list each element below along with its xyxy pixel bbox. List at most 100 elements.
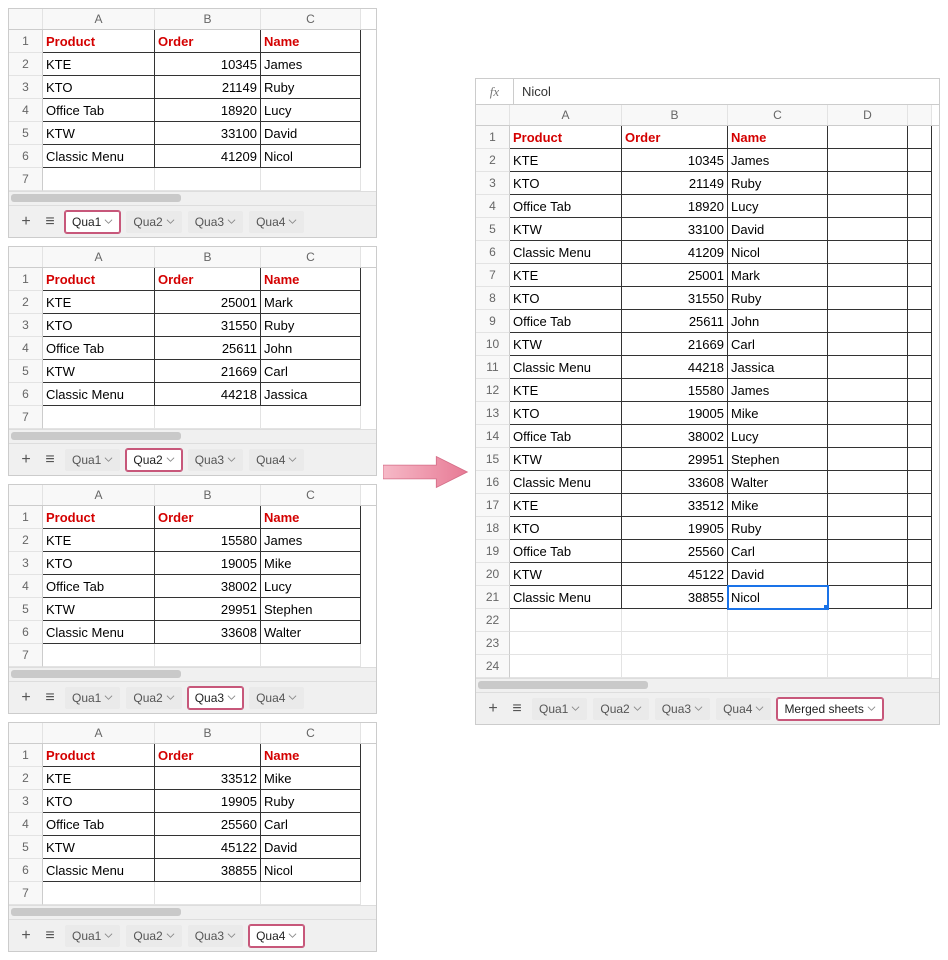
- cell[interactable]: Office Tab: [510, 425, 622, 448]
- row-header[interactable]: 7: [9, 168, 43, 191]
- cell[interactable]: 25611: [155, 337, 261, 360]
- add-sheet-button[interactable]: +: [17, 689, 35, 707]
- cell[interactable]: KTE: [510, 149, 622, 172]
- cell[interactable]: 45122: [622, 563, 728, 586]
- cell[interactable]: 33608: [622, 471, 728, 494]
- tab-qua4[interactable]: Qua4: [249, 449, 304, 471]
- cell[interactable]: [155, 644, 261, 667]
- cell[interactable]: [828, 517, 908, 540]
- cell[interactable]: 25560: [155, 813, 261, 836]
- row-header[interactable]: 7: [476, 264, 510, 287]
- cell[interactable]: KTW: [510, 448, 622, 471]
- cell[interactable]: 19005: [155, 552, 261, 575]
- row-header[interactable]: 18: [476, 517, 510, 540]
- cell[interactable]: KTE: [43, 53, 155, 76]
- tab-qua4[interactable]: Qua4: [716, 698, 771, 720]
- cell[interactable]: [908, 172, 932, 195]
- row-header[interactable]: 21: [476, 586, 510, 609]
- cell[interactable]: Product: [43, 30, 155, 53]
- cell[interactable]: Product: [43, 744, 155, 767]
- cell[interactable]: Product: [43, 506, 155, 529]
- cell[interactable]: Carl: [261, 360, 361, 383]
- cell[interactable]: Ruby: [728, 517, 828, 540]
- cell[interactable]: Classic Menu: [43, 145, 155, 168]
- horizontal-scrollbar[interactable]: [476, 678, 939, 692]
- cell[interactable]: Name: [261, 506, 361, 529]
- cell[interactable]: Nicol: [728, 241, 828, 264]
- cell[interactable]: [828, 149, 908, 172]
- column-header-A[interactable]: A: [43, 247, 155, 267]
- cell[interactable]: Nicol: [261, 859, 361, 882]
- row-header[interactable]: 5: [9, 836, 43, 859]
- cell[interactable]: Lucy: [261, 575, 361, 598]
- row-header[interactable]: 3: [9, 314, 43, 337]
- cell[interactable]: Office Tab: [43, 813, 155, 836]
- column-header-C[interactable]: C: [261, 9, 361, 29]
- row-header[interactable]: 9: [476, 310, 510, 333]
- tab-qua3[interactable]: Qua3: [188, 687, 243, 709]
- cell[interactable]: Office Tab: [43, 337, 155, 360]
- row-header[interactable]: 1: [9, 506, 43, 529]
- row-header[interactable]: 7: [9, 882, 43, 905]
- cell[interactable]: Name: [261, 744, 361, 767]
- cell[interactable]: [908, 517, 932, 540]
- tab-qua1[interactable]: Qua1: [65, 211, 120, 233]
- tab-qua1[interactable]: Qua1: [65, 687, 120, 709]
- cell[interactable]: KTW: [43, 360, 155, 383]
- row-header[interactable]: 2: [9, 767, 43, 790]
- cell[interactable]: [622, 609, 728, 632]
- row-header[interactable]: 7: [9, 406, 43, 429]
- cell[interactable]: James: [728, 149, 828, 172]
- cell[interactable]: KTO: [43, 314, 155, 337]
- cell[interactable]: Lucy: [261, 99, 361, 122]
- cell[interactable]: Nicol: [261, 145, 361, 168]
- horizontal-scrollbar[interactable]: [9, 191, 376, 205]
- grid-merged[interactable]: 1ProductOrderName2KTE10345James3KTO21149…: [476, 126, 939, 678]
- row-header[interactable]: 6: [9, 859, 43, 882]
- cell[interactable]: [908, 195, 932, 218]
- row-header[interactable]: 2: [9, 529, 43, 552]
- cell[interactable]: [510, 632, 622, 655]
- cell[interactable]: [828, 471, 908, 494]
- cell[interactable]: [622, 632, 728, 655]
- cell[interactable]: [828, 632, 908, 655]
- cell[interactable]: Stephen: [261, 598, 361, 621]
- cell[interactable]: KTO: [510, 287, 622, 310]
- cell[interactable]: David: [728, 563, 828, 586]
- cell[interactable]: [261, 882, 361, 905]
- column-header-B[interactable]: B: [155, 9, 261, 29]
- cell[interactable]: KTE: [43, 767, 155, 790]
- grid-qua2[interactable]: 1ProductOrderName 2KTE25001Mark 3KTO3155…: [9, 268, 376, 429]
- row-header[interactable]: 24: [476, 655, 510, 678]
- cell[interactable]: 33100: [622, 218, 728, 241]
- cell[interactable]: KTO: [43, 552, 155, 575]
- cell[interactable]: [728, 609, 828, 632]
- cell[interactable]: 25001: [622, 264, 728, 287]
- select-all-corner[interactable]: [9, 723, 43, 743]
- cell[interactable]: [908, 471, 932, 494]
- cell[interactable]: 29951: [155, 598, 261, 621]
- cell[interactable]: Order: [155, 30, 261, 53]
- cell[interactable]: [908, 287, 932, 310]
- cell[interactable]: Walter: [261, 621, 361, 644]
- cell[interactable]: Classic Menu: [43, 383, 155, 406]
- column-header-D[interactable]: D: [828, 105, 908, 125]
- cell[interactable]: Product: [43, 268, 155, 291]
- cell[interactable]: [828, 425, 908, 448]
- cell[interactable]: Lucy: [728, 425, 828, 448]
- cell[interactable]: Carl: [728, 333, 828, 356]
- column-header-partial[interactable]: [908, 105, 932, 125]
- cell[interactable]: 38002: [622, 425, 728, 448]
- row-header[interactable]: 23: [476, 632, 510, 655]
- cell[interactable]: [622, 655, 728, 678]
- column-header-A[interactable]: A: [43, 485, 155, 505]
- cell[interactable]: Office Tab: [510, 540, 622, 563]
- row-header[interactable]: 2: [9, 291, 43, 314]
- cell[interactable]: 10345: [622, 149, 728, 172]
- cell[interactable]: 19905: [155, 790, 261, 813]
- row-header[interactable]: 4: [9, 575, 43, 598]
- cell[interactable]: David: [728, 218, 828, 241]
- cell[interactable]: [261, 168, 361, 191]
- row-header[interactable]: 5: [9, 598, 43, 621]
- cell[interactable]: [510, 655, 622, 678]
